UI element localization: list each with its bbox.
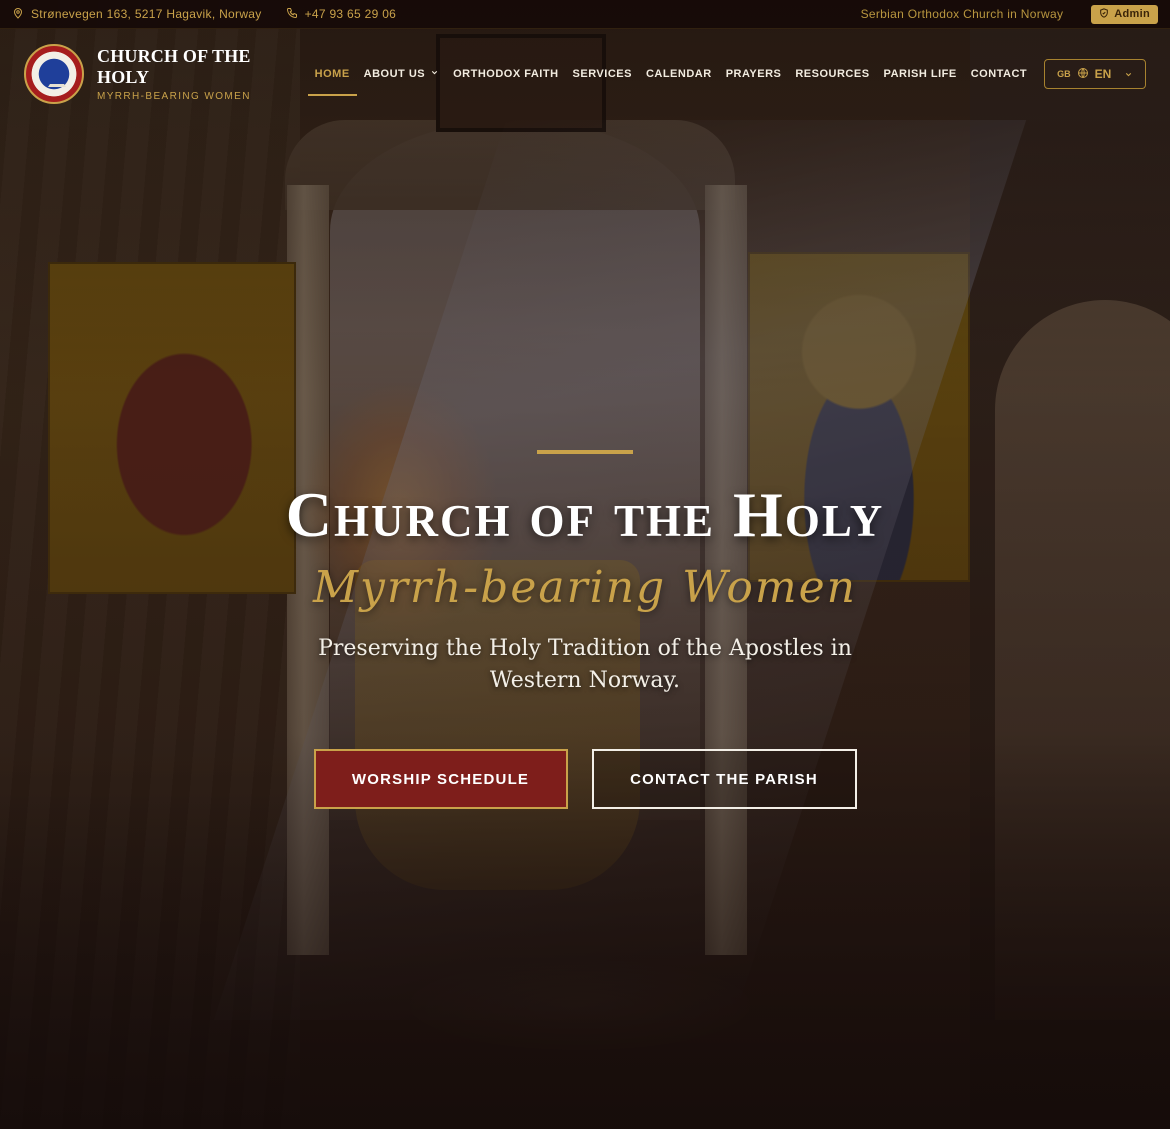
nav-menu: HOME ABOUT US ORTHODOX FAITH SERVICES CA… (307, 54, 1034, 96)
nav-item-home[interactable]: HOME (307, 54, 357, 96)
phone-info[interactable]: +47 93 65 29 06 (286, 7, 397, 22)
nav-label: PARISH LIFE (883, 68, 957, 80)
main-nav: CHURCH OF THE HOLY MYRRH-BEARING WOMEN H… (0, 29, 1170, 119)
top-bar: Strønevegen 163, 5217 Hagavik, Norway +4… (0, 0, 1170, 29)
brand-title: CHURCH OF THE HOLY (97, 46, 251, 87)
hero-content: Church of the Holy Myrrh-bearing Women P… (0, 450, 1170, 810)
church-tagline: Serbian Orthodox Church in Norway (860, 7, 1064, 21)
phone-text: +47 93 65 29 06 (304, 7, 397, 21)
cta-row: WORSHIP SCHEDULE CONTACT THE PARISH (0, 749, 1170, 810)
address-info[interactable]: Strønevegen 163, 5217 Hagavik, Norway (12, 7, 262, 22)
shield-icon (1099, 7, 1109, 21)
nav-label: ORTHODOX FAITH (453, 68, 559, 80)
map-pin-icon (12, 7, 24, 22)
language-code: EN (1094, 67, 1112, 81)
brand[interactable]: CHURCH OF THE HOLY MYRRH-BEARING WOMEN (97, 46, 302, 102)
address-text: Strønevegen 163, 5217 Hagavik, Norway (31, 7, 262, 21)
chevron-down-icon (430, 68, 439, 80)
brand-subtitle: MYRRH-BEARING WOMEN (97, 91, 251, 102)
nav-item-about-us[interactable]: ABOUT US (357, 54, 446, 94)
flag-gb: GB (1057, 69, 1071, 79)
nav-item-prayers[interactable]: PRAYERS (719, 54, 789, 94)
chevron-down-icon (1124, 70, 1133, 79)
nav-label: ABOUT US (363, 68, 426, 80)
worship-schedule-button[interactable]: WORSHIP SCHEDULE (313, 749, 568, 810)
nav-item-parish-life[interactable]: PARISH LIFE (877, 54, 964, 94)
nav-label: CONTACT (970, 68, 1028, 80)
nav-item-orthodox-faith[interactable]: ORTHODOX FAITH (446, 54, 565, 94)
nav-label: PRAYERS (725, 68, 782, 80)
nav-label: HOME (314, 68, 350, 80)
hero-subtitle: Myrrh-bearing Women (312, 562, 858, 614)
admin-label: Admin (1114, 8, 1150, 20)
nav-label: CALENDAR (645, 68, 712, 80)
admin-button[interactable]: Admin (1091, 4, 1158, 24)
nav-item-contact[interactable]: CONTACT (964, 54, 1034, 94)
contact-parish-button[interactable]: CONTACT THE PARISH (591, 749, 857, 810)
hero-tagline: Preserving the Holy Tradition of the Apo… (318, 636, 852, 694)
church-logo[interactable] (24, 44, 84, 104)
nav-label: RESOURCES (795, 68, 870, 80)
nav-item-resources[interactable]: RESOURCES (788, 54, 876, 94)
phone-icon (286, 7, 298, 22)
nav-item-services[interactable]: SERVICES (566, 54, 639, 94)
globe-icon (1077, 67, 1089, 82)
nav-item-calendar[interactable]: CALENDAR (639, 54, 719, 94)
language-selector[interactable]: GB EN (1044, 59, 1146, 89)
nav-label: SERVICES (572, 68, 632, 80)
hero-title: Church of the Holy (285, 479, 885, 550)
gold-divider (537, 450, 633, 454)
